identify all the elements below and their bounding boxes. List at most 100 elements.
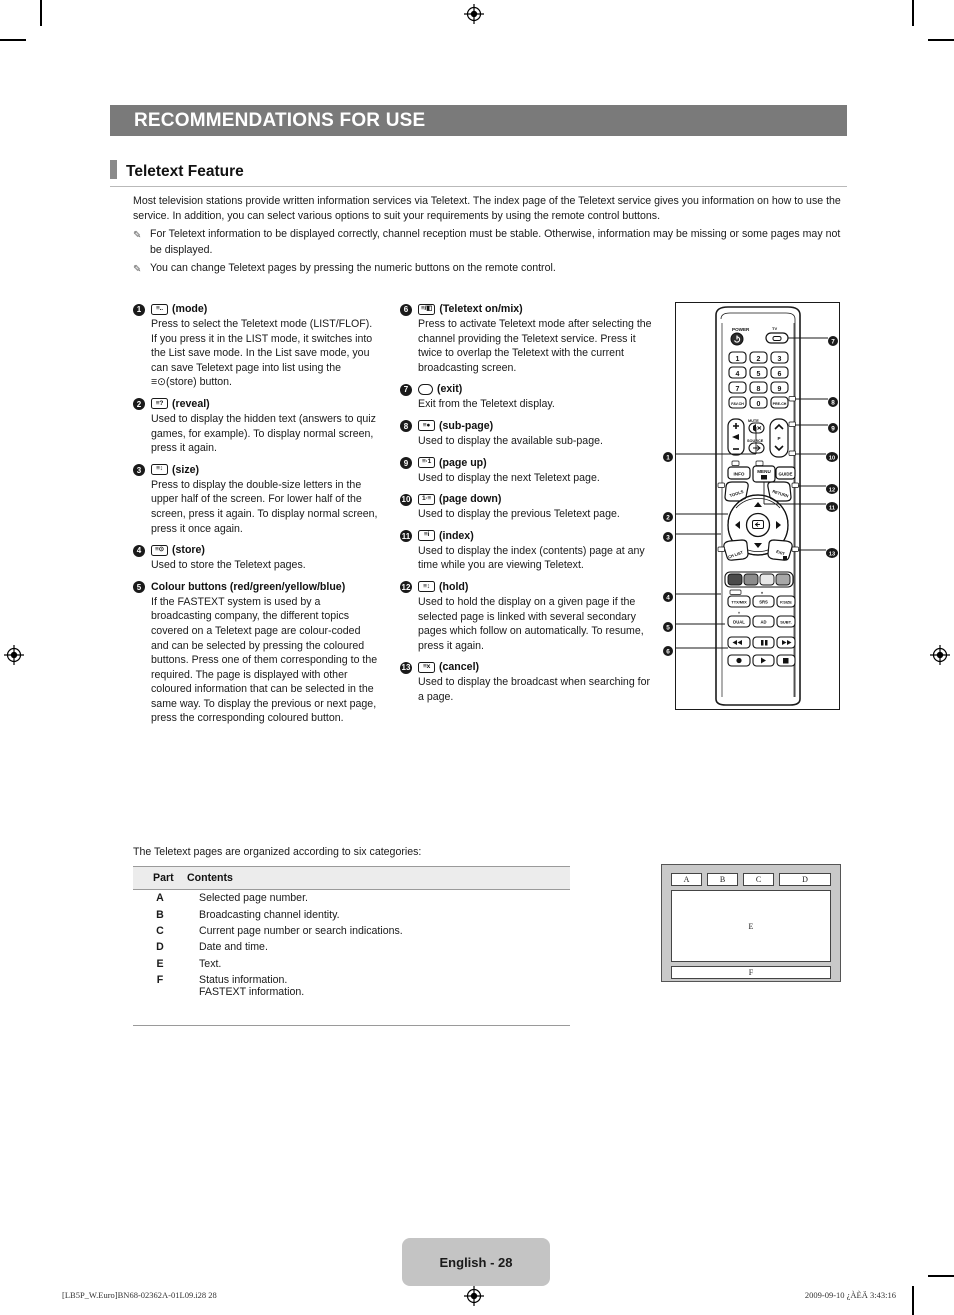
svg-text:FAV.CH: FAV.CH [731, 402, 744, 406]
remote-control-diagram: POWER TV 1 2 3 4 5 6 7 8 9 0 FAV.CH PRE-… [663, 302, 840, 710]
remote-callout-1: 1 [663, 449, 673, 467]
table-bottom-divider [133, 1025, 570, 1026]
section-title: Teletext Feature [126, 163, 244, 180]
item-description: Used to display the next Teletext page. [418, 471, 600, 484]
cell-contents: Status information. FASTEXT information. [187, 972, 570, 1001]
item-description: Exit from the Teletext display. [418, 398, 555, 411]
chapter-header-bar: RECOMMENDATIONS FOR USE [110, 105, 847, 136]
item-description: Used to display the previous Teletext pa… [418, 508, 620, 521]
item-number: 12 [400, 581, 412, 594]
item-number: 5 [133, 580, 151, 726]
list-item: 12 ≡↕ (hold) Used to hold the display on… [400, 580, 652, 653]
item-description: Used to store the Teletext pages. [151, 559, 306, 572]
registration-target-right [930, 645, 950, 665]
svg-text:DUAL: DUAL [733, 620, 745, 625]
item-title: ≡x (cancel) [418, 660, 652, 674]
svg-text:8: 8 [757, 386, 761, 393]
svg-text:5: 5 [757, 371, 761, 378]
svg-text:7: 7 [736, 386, 740, 393]
remote-callout-4: 4 [663, 589, 673, 607]
note-item: ✎ For Teletext information to be display… [133, 227, 843, 257]
cell-part: E [156, 957, 164, 970]
svg-text:1: 1 [736, 356, 740, 363]
print-job-id: [LB5P_W.Euro]BN68-02362A-01L09.i28 28 [62, 1290, 217, 1300]
cell-contents: Selected page number. [199, 892, 308, 905]
remote-callout-7: 7 [828, 333, 838, 351]
cell-contents: Broadcasting channel identity. [199, 908, 340, 921]
crop-mark-top-left-vertical [40, 0, 42, 26]
remote-callout-13: 13 [826, 545, 838, 563]
item-number: 13 [400, 661, 412, 674]
svg-text:⏸: ⏸ [738, 610, 740, 615]
column-header-contents: Contents [187, 866, 570, 890]
cell-contents: Date and time. [199, 941, 268, 954]
item-title: Colour buttons (red/green/yellow/blue) [151, 580, 379, 594]
print-timestamp: 2009-09-10 ¿ÀÈÄ 3:43:16 [804, 1290, 896, 1300]
colour-button-green [743, 573, 759, 586]
svg-text:SOURCE: SOURCE [747, 439, 764, 443]
svg-text:13: 13 [829, 551, 835, 557]
cell-part: F [156, 974, 164, 987]
item-title: (exit) [418, 382, 652, 396]
teletext-screen-diagram: A B C D E F [661, 864, 841, 982]
item-title: ≡↕ (hold) [418, 580, 652, 594]
svg-text:3: 3 [778, 356, 782, 363]
list-item: 13 ≡x (cancel) Used to display the broad… [400, 660, 652, 704]
item-label: (size) [172, 463, 200, 476]
crop-mark-top-right-vertical [912, 0, 914, 26]
screen-cell-b: B [707, 873, 738, 886]
item-description: Press to select the Teletext mode (LIST/… [151, 318, 373, 389]
cell-contents-line-2: FASTEXT information. [199, 986, 305, 999]
svg-text:SRS: SRS [759, 600, 768, 605]
item-title: ≡⊙ (store) [151, 543, 379, 557]
table-row: C Current page number or search indicati… [133, 923, 570, 939]
teletext-page-up-icon: ≡·1 [418, 457, 435, 469]
teletext-reveal-icon: ≡? [151, 398, 168, 410]
teletext-store-icon: ≡⊙ [151, 544, 168, 556]
svg-text:GUIDE: GUIDE [779, 472, 793, 477]
item-description: If the FASTEXT system is used by a broad… [151, 595, 378, 725]
remote-callout-8: 8 [828, 394, 838, 412]
item-title: ≡↕ (size) [151, 463, 379, 477]
note-text: For Teletext information to be displayed… [150, 228, 841, 256]
svg-text:P: P [777, 436, 780, 441]
item-description: Press to activate Teletext mode after se… [418, 318, 652, 374]
item-title: 1·≡ (page down) [418, 492, 652, 506]
screen-cell-c: C [743, 873, 774, 886]
item-number: 2 [133, 397, 151, 456]
colour-button-yellow [759, 573, 775, 586]
crop-mark-top-right-horizontal [928, 39, 954, 41]
svg-text:P.SIZE: P.SIZE [780, 600, 792, 605]
categories-table: Part Contents A Selected page number. B … [133, 866, 570, 1001]
remote-callout-10: 10 [826, 449, 838, 467]
remote-tv-label: TV [772, 326, 777, 331]
svg-text:TTX/MIX: TTX/MIX [731, 600, 747, 605]
intro-paragraph: Most television stations provide written… [133, 195, 841, 223]
teletext-mode-icon: ≡.. [151, 303, 168, 315]
teletext-sub-page-icon: ≡● [418, 420, 435, 432]
screen-cell-a: A [671, 873, 702, 886]
item-description: Used to display the index (contents) pag… [418, 544, 645, 572]
cell-part: B [156, 908, 164, 921]
note-text: You can change Teletext pages by pressin… [150, 261, 556, 274]
svg-text:PRE-CH: PRE-CH [773, 402, 787, 406]
table-row: E Text. [133, 956, 570, 972]
item-label: (store) [172, 544, 205, 557]
cell-contents: Text. [199, 957, 222, 970]
table-intro-sentence: The Teletext pages are organized accordi… [133, 846, 422, 858]
svg-text:AD: AD [760, 620, 766, 625]
list-item: 11 ≡i (index) Used to display the index … [400, 529, 652, 573]
list-item: 7 (exit) Exit from the Teletext display. [400, 382, 652, 412]
item-label: (Teletext on/mix) [439, 303, 523, 315]
item-label: (page down) [439, 493, 502, 506]
svg-text:2: 2 [757, 356, 761, 363]
item-number: 8 [400, 419, 418, 449]
item-number: 7 [400, 382, 418, 412]
item-number: 6 [400, 302, 418, 375]
remote-callout-12: 12 [826, 481, 838, 499]
list-item: 10 1·≡ (page down) Used to display the p… [400, 492, 652, 522]
remote-callout-2: 2 [663, 509, 673, 527]
svg-text:6: 6 [778, 371, 782, 378]
list-item: 1 ≡.. (mode) Press to select the Teletex… [133, 302, 379, 390]
teletext-hold-icon: ≡↕ [418, 581, 435, 593]
